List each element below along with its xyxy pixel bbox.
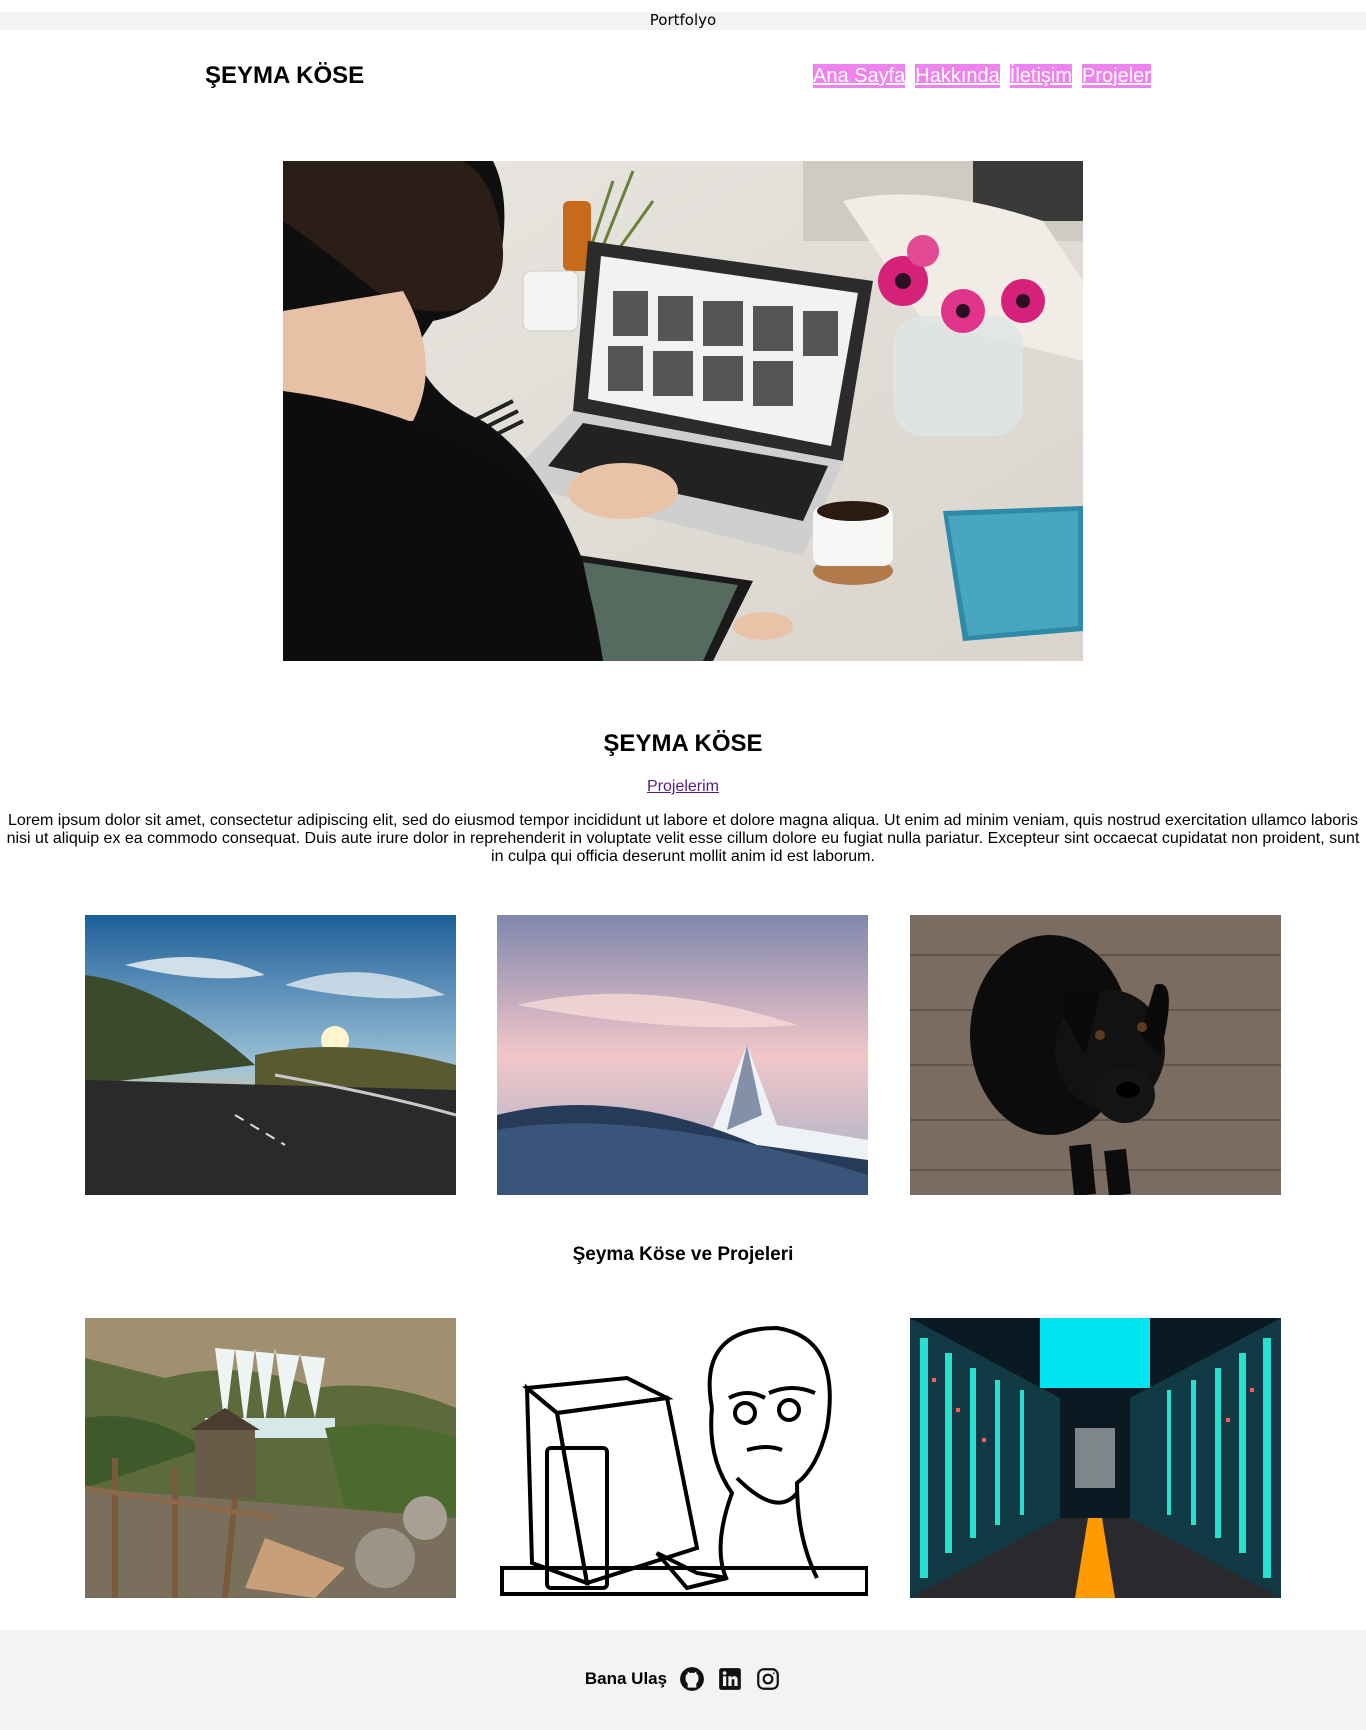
nav-link-about[interactable]: Hakkında xyxy=(915,64,1000,88)
nav-link-projects[interactable]: Projeler xyxy=(1082,64,1151,88)
contact-label: Bana Ulaş xyxy=(584,1669,668,1688)
profile-name: ŞEYMA KÖSE xyxy=(603,730,763,757)
window-title: Portfolyo xyxy=(0,12,1366,30)
brand-name: ŞEYMA KÖSE xyxy=(205,62,365,89)
projects-link[interactable]: Projelerim xyxy=(647,778,719,795)
gallery-image-puppy xyxy=(910,915,1281,1195)
gallery-image-waterfall xyxy=(85,1318,456,1598)
gallery-image-road-sunset xyxy=(85,915,456,1195)
linkedin-icon[interactable] xyxy=(717,1666,743,1692)
main-nav: Ana Sayfa Hakkında İletişim Projeler xyxy=(813,64,1151,88)
hero-image xyxy=(283,161,1083,661)
gallery-image-computer-meme xyxy=(497,1318,868,1598)
nav-link-home[interactable]: Ana Sayfa xyxy=(813,64,906,88)
footer: Bana Ulaş xyxy=(0,1630,1366,1730)
github-icon[interactable] xyxy=(679,1666,705,1692)
nav-link-contact[interactable]: İletişim xyxy=(1009,64,1073,88)
projects-heading: Şeyma Köse ve Projeleri xyxy=(572,1244,794,1265)
instagram-icon[interactable] xyxy=(755,1666,781,1692)
about-text: Lorem ipsum dolor sit amet, consectetur … xyxy=(6,812,1360,865)
gallery-image-server-room xyxy=(910,1318,1281,1598)
gallery-image-mountain xyxy=(497,915,868,1195)
